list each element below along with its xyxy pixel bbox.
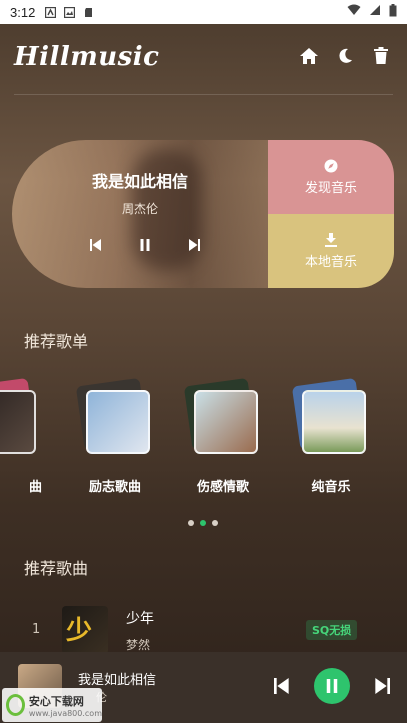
playlist-card[interactable]: 纯音乐	[286, 376, 376, 496]
local-music-button[interactable]: 本地音乐	[268, 214, 394, 288]
pager-dot-active[interactable]	[200, 520, 206, 526]
now-playing-card[interactable]: 我是如此相信 周杰伦	[12, 140, 268, 288]
hero-section: 我是如此相信 周杰伦 发现音乐 本地音乐	[12, 140, 394, 288]
status-bar: 3:12	[0, 0, 407, 24]
home-button[interactable]	[299, 46, 319, 66]
nav-buttons: 发现音乐 本地音乐	[268, 140, 394, 288]
local-music-label: 本地音乐	[304, 254, 357, 270]
song-cover: 少	[62, 606, 108, 654]
trash-icon	[374, 47, 388, 64]
status-time: 3:12	[10, 4, 36, 20]
playlist-cover	[183, 377, 260, 458]
signal-icon	[369, 4, 381, 20]
watermark-text: 安心下载网	[28, 694, 84, 708]
pager-dot[interactable]	[188, 520, 194, 526]
playlist-card[interactable]: 曲	[0, 376, 46, 496]
now-playing-controls	[90, 236, 200, 255]
skip-previous-icon	[90, 239, 101, 251]
quality-badge: SQ无损	[306, 620, 358, 640]
delete-button[interactable]	[371, 46, 391, 66]
songs-section-title: 推荐歌曲	[24, 559, 89, 578]
pause-icon	[140, 239, 150, 251]
song-title: 少年	[126, 611, 154, 627]
song-artist: 梦然	[126, 638, 151, 652]
pager-dot[interactable]	[212, 520, 218, 526]
next-button[interactable]	[188, 236, 200, 255]
mini-pause-button[interactable]	[314, 668, 350, 704]
pause-button[interactable]	[139, 236, 151, 255]
playlist-cover	[291, 377, 368, 458]
playlist-card[interactable]: 伤感情歌	[178, 376, 268, 496]
now-playing-artist: 周杰伦	[121, 202, 158, 216]
now-playing-title: 我是如此相信	[91, 172, 188, 191]
discover-music-label: 发现音乐	[304, 180, 357, 196]
image-notification-icon	[64, 6, 76, 18]
battery-icon	[389, 3, 397, 21]
skip-previous-icon	[274, 678, 289, 694]
playlist-cover	[0, 377, 38, 458]
playlist-label: 伤感情歌	[196, 480, 249, 495]
playlist-cover	[75, 377, 152, 458]
compass-icon	[324, 159, 338, 172]
playlist-card[interactable]: 励志歌曲	[70, 376, 160, 496]
playlist-label: 纯音乐	[311, 480, 351, 495]
site-watermark: 安心下载网 www.java800.com	[2, 688, 102, 722]
wifi-icon	[347, 4, 361, 20]
app-logo: Hillmusic	[14, 42, 160, 72]
skip-next-icon	[375, 678, 390, 694]
previous-button[interactable]	[90, 236, 102, 255]
playlist-carousel[interactable]: 曲 励志歌曲 伤感情歌 纯音乐	[0, 376, 407, 496]
skip-next-icon	[189, 239, 200, 251]
app-header: Hillmusic	[0, 36, 407, 86]
header-actions	[299, 46, 391, 66]
sd-card-icon	[83, 7, 94, 18]
moon-icon	[339, 48, 352, 63]
notification-a-icon	[45, 6, 57, 18]
discover-music-button[interactable]: 发现音乐	[268, 140, 394, 214]
mini-player-title: 我是如此相信	[78, 673, 157, 688]
playlists-section-title: 推荐歌单	[24, 332, 89, 351]
home-icon	[300, 48, 318, 64]
carousel-pager	[188, 520, 218, 526]
playlist-label: 曲	[28, 480, 42, 495]
playlist-label: 励志歌曲	[88, 480, 141, 495]
pause-icon	[326, 679, 338, 693]
song-row[interactable]: 1 少 少年 梦然 SQ无损	[0, 600, 407, 660]
mini-previous-button[interactable]	[274, 678, 290, 694]
dark-mode-button[interactable]	[335, 46, 355, 66]
song-index: 1	[32, 622, 41, 637]
download-icon	[325, 232, 337, 247]
mini-next-button[interactable]	[374, 678, 390, 694]
watermark-logo-icon	[6, 694, 25, 716]
header-divider	[14, 94, 393, 95]
watermark-url: www.java800.com	[28, 708, 102, 718]
song-cover-art: 少	[66, 616, 93, 646]
